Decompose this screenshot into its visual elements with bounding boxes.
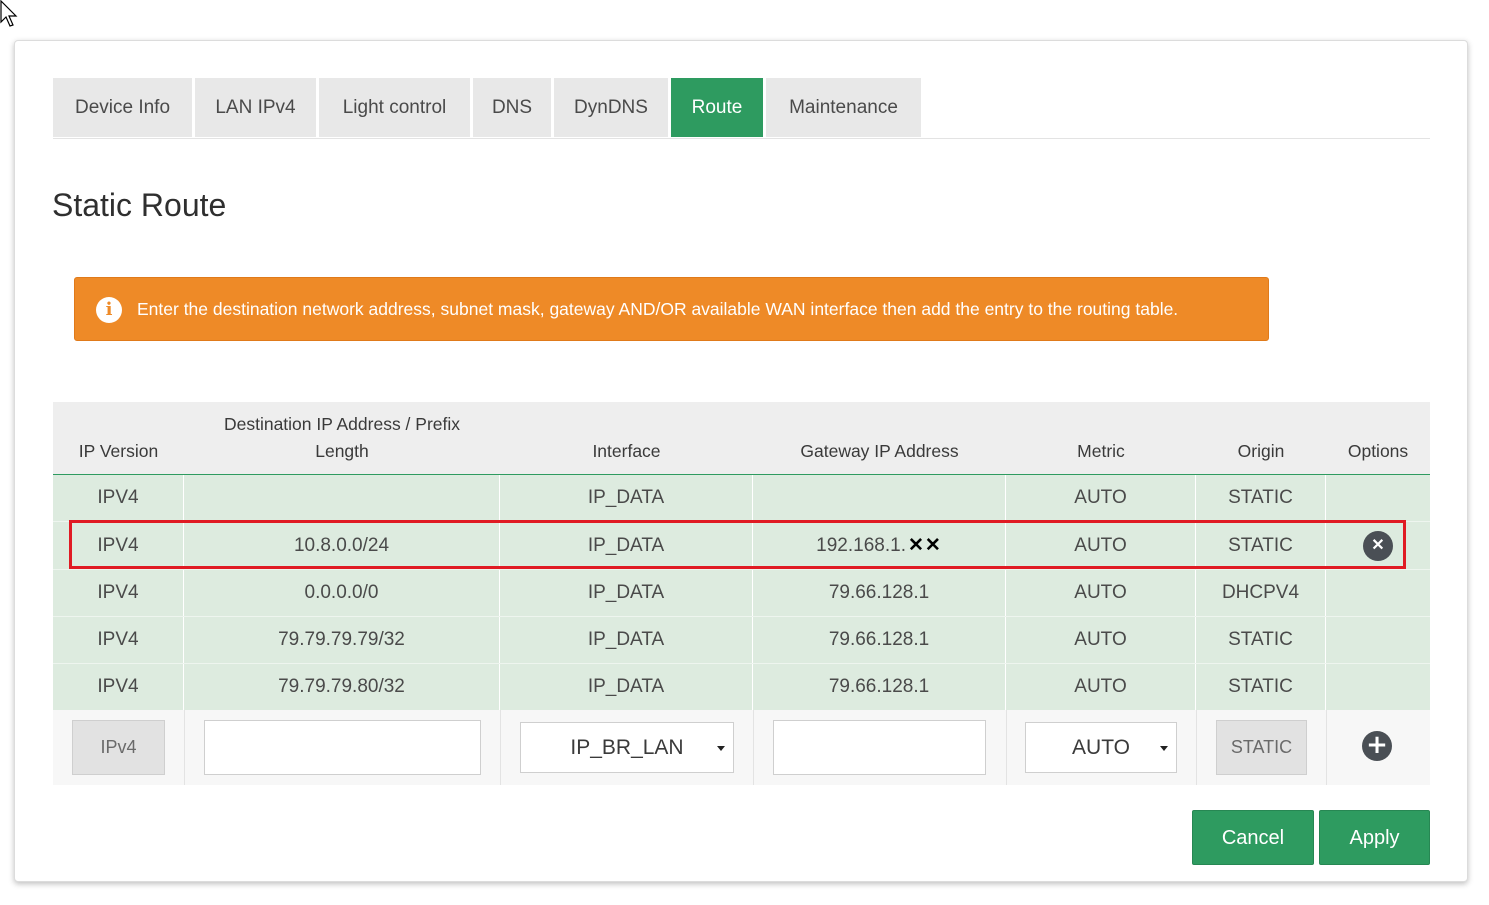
cell-destination: 79.79.79.80/32 (184, 664, 500, 710)
cell-destination: 10.8.0.0/24 (184, 522, 500, 569)
cell-options (1326, 617, 1430, 663)
cell-metric: AUTO (1006, 522, 1196, 569)
cell-ip-version: IPV4 (53, 522, 184, 569)
cell-ip-version: IPV4 (53, 664, 184, 710)
cell-gateway: 79.66.128.1 (753, 617, 1006, 663)
table-row: IPV4 IP_DATA AUTO STATIC (53, 475, 1430, 522)
cell-interface: IP_DATA (500, 570, 753, 616)
cell-options (1326, 475, 1430, 521)
table-row: IPV4 79.79.79.80/32 IP_DATA 79.66.128.1 … (53, 664, 1430, 711)
header-metric: Metric (1077, 441, 1125, 461)
table-header: IP Version Destination IP Address / Pref… (53, 402, 1430, 475)
tab-lan-ipv4[interactable]: LAN IPv4 (195, 78, 316, 137)
table-row: IPV4 0.0.0.0/0 IP_DATA 79.66.128.1 AUTO … (53, 570, 1430, 617)
redaction-mark: ✕✕ (907, 535, 942, 556)
cell-origin: STATIC (1196, 522, 1326, 569)
cell-gateway (753, 475, 1006, 521)
caret-down-icon (717, 745, 725, 751)
tab-light-control[interactable]: Light control (319, 78, 470, 137)
cell-gateway: 79.66.128.1 (753, 570, 1006, 616)
tab-bar: Device Info LAN IPv4 Light control DNS D… (53, 78, 1430, 139)
cell-origin: DHCPV4 (1196, 570, 1326, 616)
table-row: IPV4 79.79.79.79/32 IP_DATA 79.66.128.1 … (53, 617, 1430, 664)
cell-gateway: 79.66.128.1 (753, 664, 1006, 710)
cell-gateway: 192.168.1. ✕✕ (753, 522, 1006, 569)
header-ip-version: IP Version (78, 441, 159, 461)
tab-route[interactable]: Route (671, 78, 763, 137)
cell-options: ✕ (1326, 522, 1430, 569)
destination-input[interactable] (204, 720, 481, 775)
tab-device-info[interactable]: Device Info (53, 78, 192, 137)
cell-ip-version: IPV4 (53, 570, 184, 616)
header-destination: Destination IP Address / Prefix Length (223, 414, 461, 461)
cell-interface: IP_DATA (500, 617, 753, 663)
remove-route-button[interactable]: ✕ (1363, 530, 1393, 561)
cell-metric: AUTO (1006, 475, 1196, 521)
ip-version-field: IPv4 (72, 720, 165, 775)
caret-down-icon (1160, 745, 1168, 751)
page-title: Static Route (52, 187, 227, 223)
cell-interface: IP_DATA (500, 522, 753, 569)
cell-metric: AUTO (1006, 617, 1196, 663)
add-route-button[interactable]: + (1362, 731, 1392, 761)
cell-destination (184, 475, 500, 521)
cell-origin: STATIC (1196, 664, 1326, 710)
gateway-text: 192.168.1. (816, 534, 906, 556)
cell-origin: STATIC (1196, 475, 1326, 521)
column-divider (753, 710, 754, 785)
cell-metric: AUTO (1006, 570, 1196, 616)
new-route-row: IPv4 IP_BR_LAN AUTO STATIC + (53, 710, 1430, 785)
header-interface: Interface (592, 441, 661, 461)
info-icon: i (96, 297, 122, 323)
interface-select-value: IP_BR_LAN (570, 735, 684, 759)
cell-ip-version: IPV4 (53, 617, 184, 663)
cancel-button[interactable]: Cancel (1192, 810, 1314, 865)
cell-ip-version: IPV4 (53, 475, 184, 521)
cell-origin: STATIC (1196, 617, 1326, 663)
metric-select-value: AUTO (1072, 735, 1130, 759)
column-divider (1006, 710, 1007, 785)
tab-maintenance[interactable]: Maintenance (766, 78, 921, 137)
tab-dns[interactable]: DNS (473, 78, 551, 137)
cell-destination: 0.0.0.0/0 (184, 570, 500, 616)
info-banner-text: Enter the destination network address, s… (137, 299, 1179, 319)
route-settings-panel: Device Info LAN IPv4 Light control DNS D… (14, 40, 1468, 882)
cell-options (1326, 570, 1430, 616)
cell-destination: 79.79.79.79/32 (184, 617, 500, 663)
cell-interface: IP_DATA (500, 475, 753, 521)
column-divider (1196, 710, 1197, 785)
cell-options (1326, 664, 1430, 710)
apply-button[interactable]: Apply (1319, 810, 1430, 865)
column-divider (184, 710, 185, 785)
info-banner: i Enter the destination network address,… (74, 277, 1269, 341)
table-row: IPV4 10.8.0.0/24 IP_DATA 192.168.1. ✕✕ AU… (53, 522, 1430, 570)
header-origin: Origin (1237, 441, 1285, 461)
header-gateway: Gateway IP Address (800, 441, 959, 461)
column-divider (500, 710, 501, 785)
cell-metric: AUTO (1006, 664, 1196, 710)
cell-interface: IP_DATA (500, 664, 753, 710)
column-divider (1326, 710, 1327, 785)
mouse-cursor-icon (0, 0, 18, 27)
tab-dyndns[interactable]: DynDNS (554, 78, 668, 137)
interface-select[interactable]: IP_BR_LAN (520, 722, 734, 773)
gateway-input[interactable] (773, 720, 986, 775)
metric-select[interactable]: AUTO (1025, 722, 1177, 773)
header-options: Options (1347, 441, 1409, 461)
origin-field: STATIC (1216, 720, 1307, 775)
